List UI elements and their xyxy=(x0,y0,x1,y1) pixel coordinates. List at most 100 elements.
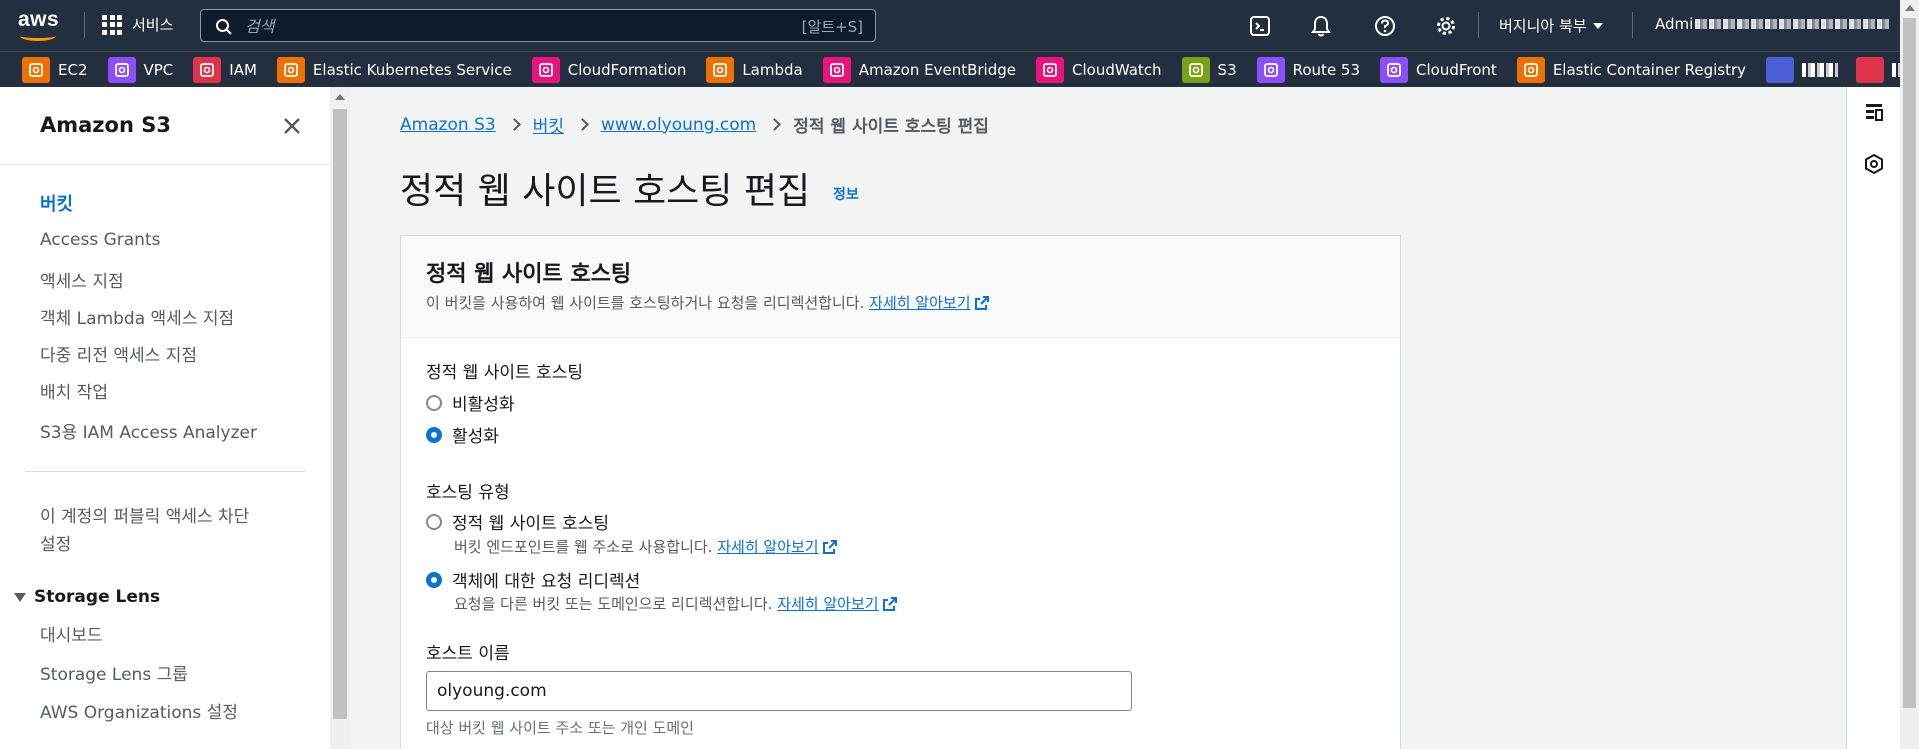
breadcrumb: Amazon S3 버킷 www.olyoung.com 정적 웹 사이트 호스… xyxy=(400,112,989,138)
favorites-bar: EC2 VPC IAM Elastic Kubernetes Service Cloud… xyxy=(0,51,1919,87)
chevron-right-icon xyxy=(507,118,521,131)
favorite-label: IAM xyxy=(229,60,257,79)
scrollbar-thumb[interactable] xyxy=(333,109,347,719)
external-link-icon xyxy=(882,597,897,611)
favorite-cloudfront[interactable]: CloudFront xyxy=(1380,56,1497,83)
region-label: 버지니아 북부 xyxy=(1499,17,1587,35)
favorite-elastic-kubernetes-service[interactable]: Elastic Kubernetes Service xyxy=(276,56,512,83)
breadcrumb-link-buckets[interactable]: 버킷 xyxy=(533,112,564,137)
radio-static-hosting[interactable]: 정적 웹 사이트 호스팅 xyxy=(426,509,609,534)
redirect-description-text: 요청을 다른 버킷 또는 도메인으로 리디렉션합니다. xyxy=(454,595,773,613)
favorite-label: CloudWatch xyxy=(1072,60,1162,79)
tools-toggle-icon[interactable] xyxy=(1863,101,1885,123)
storage-lens-section-toggle[interactable]: Storage Lens xyxy=(14,587,160,607)
panel-description: 이 버킷을 사용하여 웹 사이트를 호스팅하거나 요청을 리디렉션합니다. 자세… xyxy=(426,292,990,313)
favorite-s3[interactable]: S3 xyxy=(1181,56,1237,83)
cloudformation-service-icon xyxy=(531,56,560,83)
hexagon-icon[interactable] xyxy=(1863,153,1885,175)
service-icon xyxy=(1856,56,1885,83)
favorite-cloudformation[interactable]: CloudFormation xyxy=(531,56,687,83)
radio-static-hosting-label: 정적 웹 사이트 호스팅 xyxy=(452,514,609,534)
favorite-lambda[interactable]: Lambda xyxy=(706,56,803,83)
search-input[interactable] xyxy=(245,14,765,38)
favorite-label: VPC xyxy=(143,60,174,79)
sidebar-title: Amazon S3 xyxy=(40,113,171,137)
sidebar-item-block-public-access-settings[interactable]: 설정 xyxy=(40,530,71,555)
sidebar-item-access-points[interactable]: 액세스 지점 xyxy=(40,267,124,292)
services-menu-button[interactable]: 서비스 xyxy=(102,14,173,35)
radio-redirect-label: 객체에 대한 요청 리디렉션 xyxy=(452,572,641,592)
breadcrumb-current: 정적 웹 사이트 호스팅 편집 xyxy=(793,117,989,137)
favorite-vpc[interactable]: VPC xyxy=(107,56,174,83)
favorite-label: Route 53 xyxy=(1292,60,1361,79)
sidebar-item-organizations-settings[interactable]: AWS Organizations 설정 xyxy=(40,698,238,723)
search-icon xyxy=(216,19,232,35)
favorite-cloudwatch[interactable]: CloudWatch xyxy=(1036,56,1162,83)
scroll-up-arrow-icon[interactable] xyxy=(1905,5,1915,11)
divider xyxy=(25,471,305,472)
favorite-redacted-1[interactable] xyxy=(1766,56,1839,83)
divider xyxy=(1632,12,1633,38)
learn-more-label: 자세히 알아보기 xyxy=(777,595,879,613)
sidebar-item-iam-access-analyzer[interactable]: S3용 IAM Access Analyzer xyxy=(40,418,257,443)
s3-service-icon xyxy=(1181,56,1210,83)
help-icon[interactable] xyxy=(1372,13,1398,39)
radio-button-selected[interactable] xyxy=(426,571,442,588)
sidebar-item-dashboards[interactable]: 대시보드 xyxy=(40,621,103,646)
radio-button-selected[interactable] xyxy=(426,426,442,443)
account-menu[interactable]: Admi xyxy=(1655,15,1891,33)
static-hosting-description-text: 버킷 엔드포인트를 웹 주소로 사용합니다. xyxy=(454,538,713,556)
info-link[interactable]: 정보 xyxy=(833,184,859,204)
side-navigation: Amazon S3 버킷 Access Grants 액세스 지점 객체 Lam… xyxy=(0,87,330,749)
aws-smile-icon xyxy=(20,31,56,41)
sidebar-item-access-grants[interactable]: Access Grants xyxy=(40,230,160,250)
scroll-up-arrow-icon[interactable] xyxy=(335,94,345,100)
favorite-label: CloudFormation xyxy=(567,60,687,79)
cloudfront-service-icon xyxy=(1380,56,1409,83)
radio-enable[interactable]: 활성화 xyxy=(426,422,499,447)
external-link-icon xyxy=(974,296,989,310)
favorite-route-53[interactable]: Route 53 xyxy=(1256,56,1361,83)
redirect-description: 요청을 다른 버킷 또는 도메인으로 리디렉션합니다. 자세히 알아보기 xyxy=(454,593,898,614)
learn-more-link[interactable]: 자세히 알아보기 xyxy=(717,538,837,556)
divider xyxy=(1478,12,1479,38)
redacted-account-id xyxy=(1695,19,1891,29)
redacted-label xyxy=(1802,62,1839,77)
radio-redirect-requests[interactable]: 객체에 대한 요청 리디렉션 xyxy=(426,567,640,592)
favorite-amazon-eventbridge[interactable]: Amazon EventBridge xyxy=(822,56,1016,83)
aws-logo-text: aws xyxy=(18,8,60,31)
bell-icon[interactable] xyxy=(1308,13,1334,39)
breadcrumb-link-bucket[interactable]: www.olyoung.com xyxy=(601,115,756,135)
sidebar-item-multi-region-access-points[interactable]: 다중 리전 액세스 지점 xyxy=(40,341,197,366)
scrollbar-thumb[interactable] xyxy=(1903,18,1916,708)
learn-more-label: 자세히 알아보기 xyxy=(869,294,971,312)
sidebar-item-block-public-access[interactable]: 이 계정의 퍼블릭 액세스 차단 xyxy=(40,502,249,527)
favorite-ec2[interactable]: EC2 xyxy=(22,56,88,83)
gear-icon[interactable] xyxy=(1433,13,1459,39)
radio-button[interactable] xyxy=(426,394,442,411)
sidebar-item-storage-lens-groups[interactable]: Storage Lens 그룹 xyxy=(40,660,188,685)
sidebar-item-object-lambda-access-points[interactable]: 객체 Lambda 액세스 지점 xyxy=(40,304,234,329)
sidebar-item-buckets[interactable]: 버킷 xyxy=(40,190,73,216)
aws-logo[interactable]: aws xyxy=(18,9,62,43)
caret-down-icon xyxy=(1592,22,1603,29)
learn-more-link[interactable]: 자세히 알아보기 xyxy=(777,595,897,613)
cloudwatch-service-icon xyxy=(1036,56,1064,83)
radio-enable-label: 활성화 xyxy=(452,427,499,447)
panel-title: 정적 웹 사이트 호스팅 xyxy=(426,262,632,287)
region-selector[interactable]: 버지니아 북부 xyxy=(1499,15,1603,36)
radio-disable[interactable]: 비활성화 xyxy=(426,390,515,415)
sidebar-item-batch-operations[interactable]: 배치 작업 xyxy=(40,378,108,403)
host-name-input[interactable] xyxy=(426,671,1132,711)
favorite-elastic-container-registry[interactable]: Elastic Container Registry xyxy=(1516,56,1746,83)
sidebar-scrollbar[interactable] xyxy=(330,87,350,749)
radio-button[interactable] xyxy=(426,513,442,530)
favorite-iam[interactable]: IAM xyxy=(193,56,257,83)
close-icon[interactable] xyxy=(280,114,304,138)
search-box[interactable]: [알트+S] xyxy=(200,9,876,42)
host-name-label: 호스트 이름 xyxy=(426,644,510,664)
learn-more-link[interactable]: 자세히 알아보기 xyxy=(869,294,989,312)
cloudshell-icon[interactable] xyxy=(1247,13,1273,39)
page-scrollbar[interactable] xyxy=(1900,0,1919,749)
breadcrumb-link-amazon-s3[interactable]: Amazon S3 xyxy=(400,115,496,135)
